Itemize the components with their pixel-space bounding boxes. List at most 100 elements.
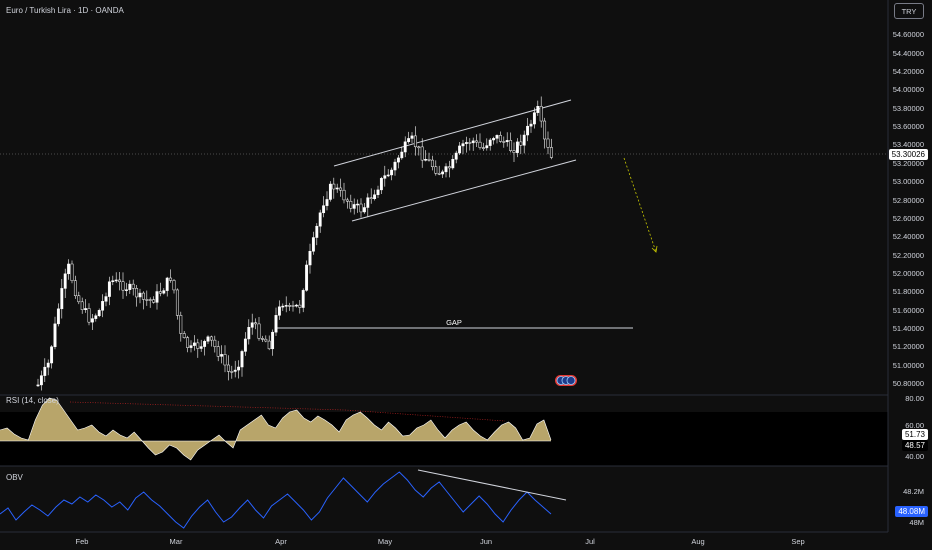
candle-body <box>182 333 186 338</box>
candle-body <box>305 264 309 291</box>
candle-body <box>339 187 343 191</box>
candle-body <box>393 161 397 171</box>
candle-body <box>84 308 88 310</box>
candle-body <box>73 280 77 297</box>
candle-body <box>359 203 363 213</box>
candle-body <box>400 151 404 159</box>
price-axis-label: 52.60000 <box>892 214 924 223</box>
candle-body <box>148 299 152 301</box>
candle-body <box>138 292 142 298</box>
candle-body <box>254 322 258 325</box>
price-chart[interactable]: GAP <box>0 0 932 550</box>
candle-body <box>56 308 60 325</box>
candle-body <box>165 277 169 291</box>
candle-body <box>325 199 329 206</box>
candle-body <box>87 308 91 323</box>
price-axis-label: 52.40000 <box>892 232 924 241</box>
candle-body <box>536 106 540 113</box>
candle-body <box>434 166 438 174</box>
candle-body <box>107 281 111 297</box>
price-axis-label: 51.20000 <box>892 342 924 351</box>
candle-body <box>451 159 455 169</box>
candle-body <box>383 175 387 179</box>
price-axis-label: 52.20000 <box>892 251 924 260</box>
time-axis-label: Apr <box>275 537 287 546</box>
candle-body <box>396 157 400 163</box>
candle-body <box>277 306 281 316</box>
candle-body <box>158 291 162 294</box>
candle-body <box>546 138 550 148</box>
candle-body <box>77 295 81 303</box>
candle-body <box>36 384 40 387</box>
rsi-axis-label: 80.00 <box>905 394 924 403</box>
candle-body <box>373 194 377 199</box>
candle-body <box>543 120 547 140</box>
price-axis-label: 54.40000 <box>892 49 924 58</box>
candle-body <box>128 283 132 290</box>
candle-body <box>532 112 536 125</box>
candle-body <box>468 142 472 144</box>
projection-line[interactable] <box>623 157 657 253</box>
candle-body <box>206 336 210 342</box>
gap-label: GAP <box>446 318 462 327</box>
candle-body <box>213 339 217 347</box>
obv-trendline[interactable] <box>417 469 567 501</box>
candle-body <box>424 159 428 161</box>
obv-axis-label: 48M <box>909 518 924 527</box>
candle-body <box>247 327 251 340</box>
candle-body <box>243 338 247 352</box>
candle-body <box>152 299 156 303</box>
candle-body <box>379 178 383 191</box>
time-axis-label: Jul <box>585 537 595 546</box>
candle-body <box>454 152 458 160</box>
price-axis-label: 54.60000 <box>892 30 924 39</box>
candle-body <box>124 289 128 291</box>
candle-body <box>335 187 339 190</box>
candle-body <box>386 174 390 177</box>
candle-body <box>169 277 173 281</box>
candle-body <box>352 204 356 209</box>
rsi-divergence-line[interactable] <box>69 401 346 411</box>
candle-body <box>298 304 302 308</box>
candle-body <box>322 205 326 214</box>
candle-body <box>311 237 315 252</box>
candle-body <box>60 288 64 310</box>
candle-body <box>512 150 516 153</box>
time-axis-label: Aug <box>691 537 705 546</box>
candle-body <box>260 338 264 340</box>
candle-body <box>114 279 118 282</box>
candle-body <box>63 273 67 289</box>
candle-body <box>315 225 319 238</box>
price-axis-label: 53.20000 <box>892 159 924 168</box>
price-axis-label: 52.80000 <box>892 196 924 205</box>
candle-body <box>308 251 312 266</box>
candle-body <box>345 199 349 202</box>
candle-body <box>162 290 166 294</box>
candle-body <box>420 146 424 161</box>
price-axis-label: 53.60000 <box>892 122 924 131</box>
candle-body <box>284 305 288 307</box>
price-axis-label: 53.40000 <box>892 140 924 149</box>
price-axis-label: 52.00000 <box>892 269 924 278</box>
candle-body <box>43 366 47 376</box>
channel-lower-line[interactable] <box>351 159 577 222</box>
candle-body <box>67 263 71 275</box>
candle-body <box>328 183 332 200</box>
candle-body <box>186 337 190 348</box>
candle-body <box>179 315 183 334</box>
candle-body <box>362 207 366 213</box>
candle-body <box>39 375 43 386</box>
events-badge[interactable] <box>555 375 577 386</box>
candle-body <box>233 369 237 372</box>
candle-body <box>349 201 353 209</box>
candle-body <box>70 263 74 281</box>
candle-body <box>226 364 230 372</box>
candle-body <box>366 197 370 208</box>
candle-body <box>549 147 553 158</box>
candle-body <box>97 310 101 316</box>
candle-body <box>478 141 482 148</box>
candle-body <box>50 346 54 364</box>
candle-body <box>172 280 176 291</box>
candle-body <box>464 142 468 144</box>
candle-body <box>441 171 445 175</box>
